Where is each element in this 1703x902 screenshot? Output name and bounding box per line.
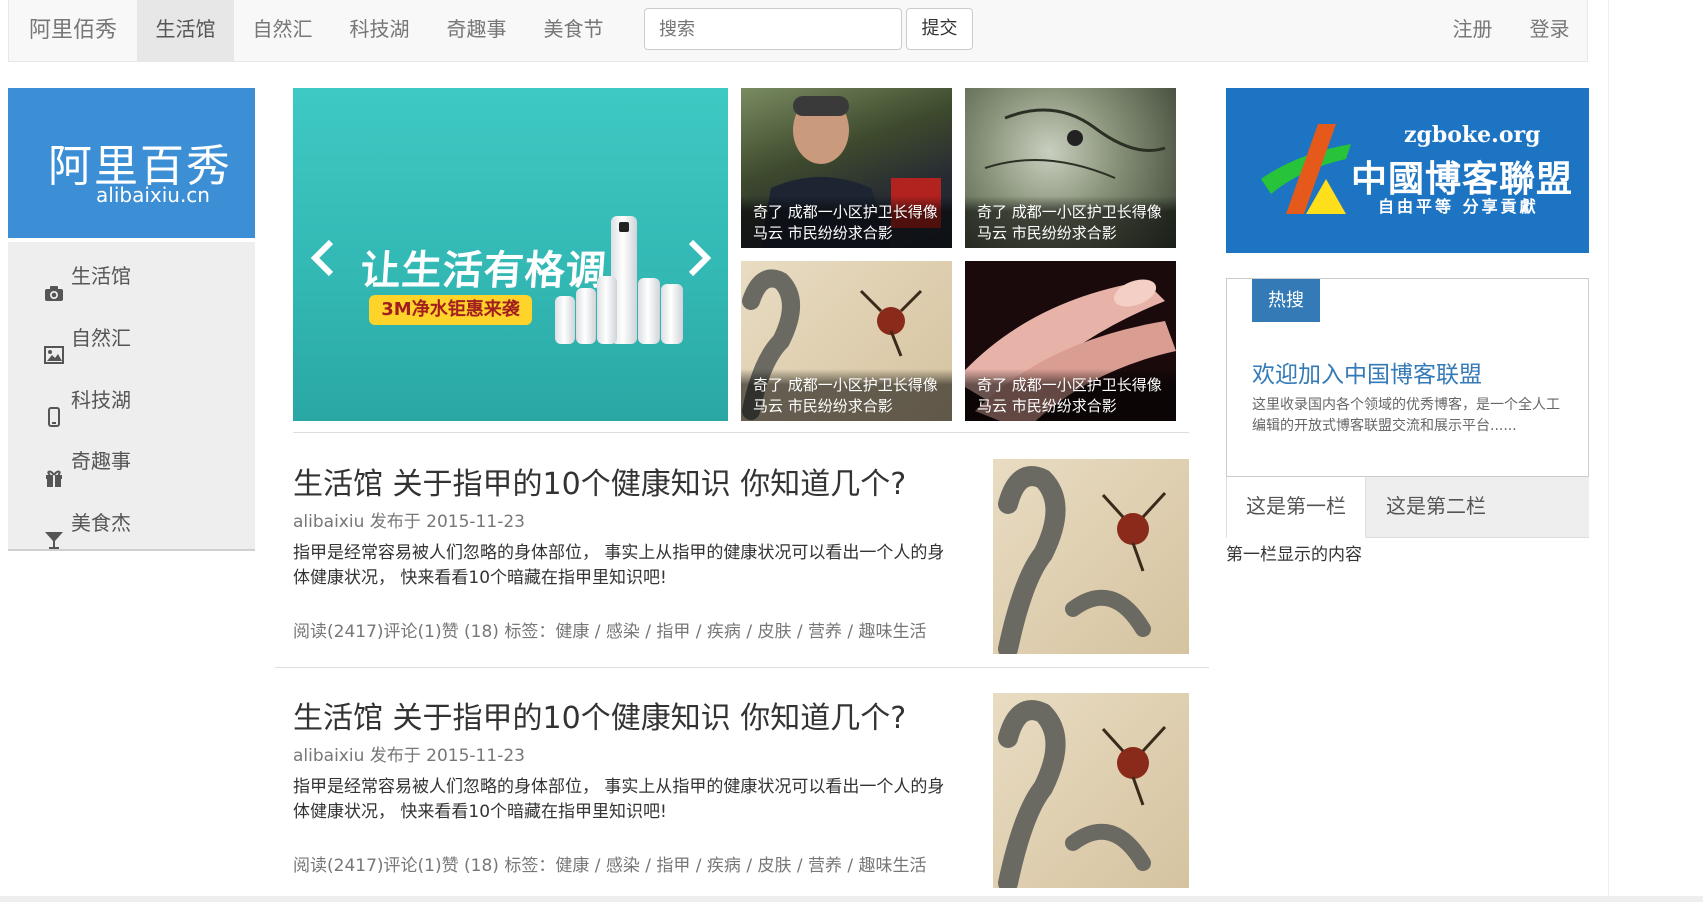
- sidebar-item-fun[interactable]: 奇趣事: [8, 431, 255, 491]
- glass-icon: [44, 513, 64, 549]
- article-thumbnail[interactable]: [993, 459, 1189, 654]
- gift-icon: [44, 451, 64, 487]
- article-footer: 阅读(2417)评论(1)赞 (18) 标签：健康 / 感染 / 指甲 / 疾病…: [293, 856, 927, 876]
- nav-item-nature[interactable]: 自然汇: [234, 0, 331, 61]
- tab-bar: 这是第一栏 这是第二栏: [1226, 477, 1589, 538]
- sidebar-item-label: 科技湖: [71, 388, 131, 412]
- article-item[interactable]: 生活馆 关于指甲的10个健康知识 你知道几个? alibaixiu 发布于 20…: [293, 459, 1189, 659]
- banner-url: zgboke.org: [1404, 122, 1541, 148]
- hot-search-panel: 热搜 欢迎加入中国博客联盟 这里收录国内各个领域的优秀博客，是一个全人工编辑的开…: [1226, 278, 1589, 477]
- sidebar-item-tech[interactable]: 科技湖: [8, 370, 255, 430]
- nav-item-tech[interactable]: 科技湖: [331, 0, 428, 61]
- sidebar-item-label: 美食杰: [71, 511, 131, 535]
- article-meta: alibaixiu 发布于 2015-11-23: [293, 512, 525, 532]
- thumb-caption: 奇了 成都一小区护卫长得像 马云 市民纷纷求合影: [741, 196, 952, 248]
- thumb-card[interactable]: 奇了 成都一小区护卫长得像 马云 市民纷纷求合影: [965, 88, 1176, 248]
- article-title[interactable]: 生活馆 关于指甲的10个健康知识 你知道几个?: [293, 693, 906, 737]
- login-link[interactable]: 登录: [1511, 0, 1588, 61]
- nav-item-life[interactable]: 生活馆: [137, 0, 234, 61]
- carousel[interactable]: 让生活有格调 3M净水钜惠来袭: [293, 88, 728, 421]
- page-right-gutter: [1608, 0, 1703, 902]
- navbar-brand[interactable]: 阿里佰秀: [9, 0, 137, 61]
- tab-content: 第一栏显示的内容: [1226, 545, 1362, 565]
- nav-item-food[interactable]: 美食节: [525, 0, 622, 61]
- register-link[interactable]: 注册: [1434, 0, 1511, 61]
- chevron-right-icon[interactable]: [683, 238, 713, 286]
- hot-search-badge: 热搜: [1252, 279, 1320, 322]
- logo-domain-text: alibaixiu.cn: [96, 183, 210, 207]
- thumb-caption: 奇了 成都一小区护卫长得像 马云 市民纷纷求合影: [741, 369, 952, 421]
- article-meta: alibaixiu 发布于 2015-11-23: [293, 746, 525, 766]
- blog-union-banner[interactable]: zgboke.org 中國博客聯盟 自由平等 分享貢獻: [1226, 88, 1589, 253]
- tab-second[interactable]: 这是第二栏: [1366, 477, 1506, 538]
- sidebar-item-label: 奇趣事: [71, 449, 131, 473]
- carousel-subline: 3M净水钜惠来袭: [369, 295, 532, 325]
- banner-slogan: 自由平等 分享貢獻: [1378, 197, 1539, 216]
- sidebar-menu: 生活馆 自然汇 科技湖 奇趣事 美食杰: [8, 242, 255, 551]
- carousel-headline: 让生活有格调: [359, 248, 609, 294]
- article-summary: 指甲是经常容易被人们忽略的身体部位， 事实上从指甲的健康状况可以看出一个人的身体…: [293, 543, 945, 588]
- tab-first[interactable]: 这是第一栏: [1226, 477, 1366, 538]
- chevron-left-icon[interactable]: [309, 238, 339, 286]
- hot-search-title[interactable]: 欢迎加入中国博客联盟: [1252, 355, 1482, 389]
- nav-item-fun[interactable]: 奇趣事: [428, 0, 525, 61]
- sidebar-item-label: 自然汇: [71, 326, 131, 350]
- page-bottom-strip: [0, 896, 1703, 902]
- sidebar-item-food[interactable]: 美食杰: [8, 493, 255, 553]
- top-navbar: 阿里佰秀 生活馆 自然汇 科技湖 奇趣事 美食节 提交 注册 登录: [8, 0, 1588, 62]
- picture-icon: [44, 328, 64, 364]
- thumb-caption: 奇了 成都一小区护卫长得像 马云 市民纷纷求合影: [965, 196, 1176, 248]
- sidebar-item-life[interactable]: 生活馆: [8, 246, 255, 306]
- article-thumbnail[interactable]: [993, 693, 1189, 888]
- camera-icon: [44, 266, 64, 301]
- thumb-caption: 奇了 成都一小区护卫长得像 马云 市民纷纷求合影: [965, 369, 1176, 421]
- article-footer: 阅读(2417)评论(1)赞 (18) 标签：健康 / 感染 / 指甲 / 疾病…: [293, 622, 927, 642]
- sidebar-item-nature[interactable]: 自然汇: [8, 308, 255, 368]
- phone-icon: [44, 390, 64, 427]
- search-input[interactable]: [644, 8, 902, 50]
- article-item[interactable]: 生活馆 关于指甲的10个健康知识 你知道几个? alibaixiu 发布于 20…: [293, 693, 1189, 893]
- thumb-card[interactable]: 奇了 成都一小区护卫长得像 马云 市民纷纷求合影: [965, 261, 1176, 421]
- article-summary: 指甲是经常容易被人们忽略的身体部位， 事实上从指甲的健康状况可以看出一个人的身体…: [293, 777, 945, 822]
- site-logo[interactable]: 阿里百秀 alibaixiu.cn: [8, 88, 255, 238]
- article-divider: [275, 667, 1209, 668]
- article-title[interactable]: 生活馆 关于指甲的10个健康知识 你知道几个?: [293, 459, 906, 503]
- sidebar-item-label: 生活馆: [71, 264, 131, 288]
- section-divider: [293, 432, 1189, 433]
- hot-search-desc: 这里收录国内各个领域的优秀博客，是一个全人工编辑的开放式博客联盟交流和展示平台.…: [1252, 397, 1560, 434]
- submit-button[interactable]: 提交: [906, 8, 973, 50]
- thumb-card[interactable]: 奇了 成都一小区护卫长得像 马云 市民纷纷求合影: [741, 261, 952, 421]
- thumb-card[interactable]: 奇了 成都一小区护卫长得像 马云 市民纷纷求合影: [741, 88, 952, 248]
